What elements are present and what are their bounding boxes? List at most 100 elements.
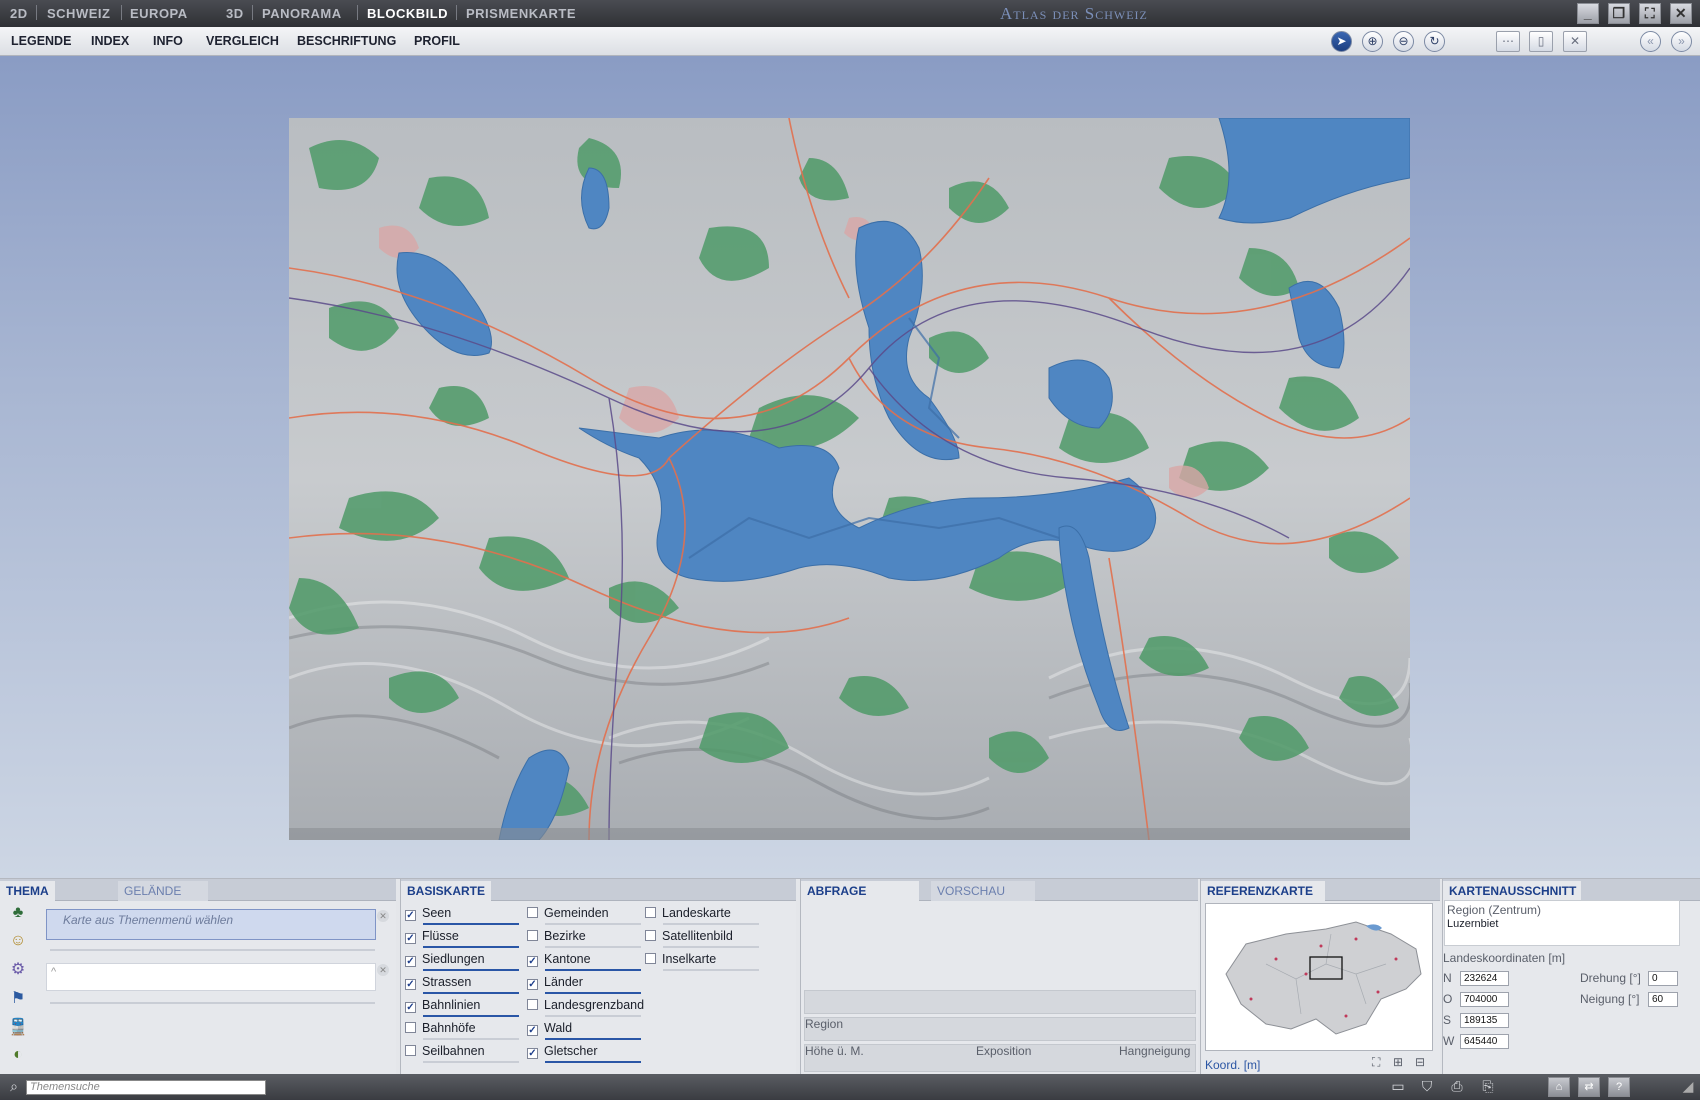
menu-profil[interactable]: PROFIL <box>414 34 460 48</box>
checkbox-icon[interactable] <box>645 930 656 941</box>
opacity-slider[interactable] <box>423 969 519 971</box>
layer-checkbox-row[interactable]: Bezirke <box>527 929 586 943</box>
layer-checkbox-row[interactable]: ✓ Bahnlinien <box>405 998 480 1013</box>
opacity-slider[interactable] <box>545 946 641 948</box>
opacity-slider[interactable] <box>423 923 519 925</box>
layer-checkbox-row[interactable]: Gemeinden <box>527 906 609 920</box>
reference-map[interactable] <box>1205 903 1433 1051</box>
opacity-slider[interactable] <box>423 946 519 948</box>
opacity-slider[interactable] <box>423 992 519 994</box>
restore-icon[interactable]: ❐ <box>1608 3 1630 24</box>
clear-icon[interactable]: ✕ <box>377 910 389 922</box>
mode-schweiz[interactable]: SCHWEIZ <box>47 6 110 21</box>
n-coordinate-input[interactable]: 232624 <box>1460 971 1509 986</box>
opacity-slider[interactable] <box>545 923 641 925</box>
theme-select-field[interactable]: Karte aus Themenmenü wählen <box>46 909 376 940</box>
layer-checkbox-row[interactable]: Bahnhöfe <box>405 1021 476 1035</box>
tab-referenzkarte[interactable]: REFERENZKARTE <box>1201 881 1325 901</box>
globe-icon[interactable]: ◐ <box>6 1043 30 1067</box>
layer-checkbox-row[interactable]: ✓ Wald <box>527 1021 572 1036</box>
checkbox-icon[interactable] <box>527 907 538 918</box>
zoom-extent-icon[interactable]: ⛶ <box>1372 1055 1380 1070</box>
checkbox-icon[interactable] <box>645 953 656 964</box>
checkbox-checked-icon[interactable]: ✓ <box>405 1002 416 1013</box>
checkbox-icon[interactable] <box>645 907 656 918</box>
layer-checkbox-row[interactable]: ✓ Länder <box>527 975 583 990</box>
print-icon[interactable]: ⎙ <box>1446 1077 1468 1097</box>
zoom-in-icon[interactable]: ⊕ <box>1362 31 1383 52</box>
tree-icon[interactable]: ♣ <box>6 901 30 925</box>
fullscreen-icon[interactable]: ⛶ <box>1639 3 1661 24</box>
opacity-slider[interactable] <box>423 1015 519 1017</box>
mode-blockbild[interactable]: BLOCKBILD <box>367 6 448 21</box>
export-icon[interactable]: ⎘ <box>1477 1077 1499 1097</box>
rotate-icon[interactable]: ↻ <box>1424 31 1445 52</box>
opacity-slider[interactable] <box>423 1038 519 1040</box>
home-icon[interactable]: ⌂ <box>1548 1077 1570 1097</box>
menu-vergleich[interactable]: VERGLEICH <box>206 34 279 48</box>
pointer-icon[interactable]: ➤ <box>1331 31 1352 52</box>
block-diagram-map[interactable] <box>289 118 1410 840</box>
neigung-input[interactable]: 60 <box>1648 992 1678 1007</box>
drehung-input[interactable]: 0 <box>1648 971 1678 986</box>
help-icon[interactable]: ? <box>1608 1077 1630 1097</box>
menu-legende[interactable]: LEGENDE <box>11 34 71 48</box>
w-coordinate-input[interactable]: 645440 <box>1460 1034 1509 1049</box>
close-icon[interactable]: ✕ <box>1670 3 1692 24</box>
layer-checkbox-row[interactable]: Landesgrenzband <box>527 998 644 1012</box>
map-viewport[interactable] <box>0 56 1700 878</box>
opacity-slider[interactable] <box>545 1015 641 1017</box>
layer-checkbox-row[interactable]: ✓ Kantone <box>527 952 591 967</box>
layer-checkbox-row[interactable]: Landeskarte <box>645 906 731 920</box>
theme-slider[interactable] <box>50 949 375 951</box>
checkbox-checked-icon[interactable]: ✓ <box>405 956 416 967</box>
forward-icon[interactable]: » <box>1671 31 1692 52</box>
opacity-slider[interactable] <box>663 969 759 971</box>
opacity-slider[interactable] <box>545 1038 641 1040</box>
tab-basiskarte[interactable]: BASISKARTE <box>401 881 492 901</box>
minus-icon[interactable]: ⊟ <box>1415 1055 1425 1069</box>
gear-icon[interactable]: ⚙ <box>6 958 30 982</box>
checkbox-icon[interactable] <box>527 930 538 941</box>
tab-vorschau[interactable]: VORSCHAU <box>931 881 1035 901</box>
checkbox-icon[interactable] <box>405 1022 416 1033</box>
opacity-slider[interactable] <box>545 992 641 994</box>
o-coordinate-input[interactable]: 704000 <box>1460 992 1509 1007</box>
checkbox-checked-icon[interactable]: ✓ <box>527 1048 538 1059</box>
theme-slider[interactable] <box>50 1002 375 1004</box>
opacity-slider[interactable] <box>545 969 641 971</box>
clear-icon[interactable]: ✕ <box>377 964 389 976</box>
mode-prismenkarte[interactable]: PRISMENKARTE <box>466 6 576 21</box>
theme-secondary-field[interactable]: ^ <box>46 963 376 991</box>
tab-thema[interactable]: THEMA <box>0 881 55 901</box>
opacity-slider[interactable] <box>663 946 759 948</box>
layer-checkbox-row[interactable]: ✓ Gletscher <box>527 1044 598 1059</box>
mode-europa[interactable]: EUROPA <box>130 6 188 21</box>
flag-icon[interactable]: ⚑ <box>6 987 30 1011</box>
mode-panorama[interactable]: PANORAMA <box>262 6 342 21</box>
layer-checkbox-row[interactable]: ✓ Siedlungen <box>405 952 485 967</box>
layer-checkbox-row[interactable]: ✓ Strassen <box>405 975 471 990</box>
theme-search-input[interactable]: Themensuche <box>26 1080 266 1095</box>
layer-checkbox-row[interactable]: Satellitenbild <box>645 929 733 943</box>
layer-checkbox-row[interactable]: ✓ Seen <box>405 906 451 921</box>
plus-icon[interactable]: ⊞ <box>1393 1055 1403 1069</box>
checkbox-checked-icon[interactable]: ✓ <box>405 933 416 944</box>
tab-kartenausschnitt[interactable]: KARTENAUSSCHNITT <box>1443 881 1581 901</box>
split-vertical-icon[interactable]: ▯ <box>1529 31 1553 52</box>
opacity-slider[interactable] <box>545 1061 641 1063</box>
people-icon[interactable]: ☺ <box>6 929 30 953</box>
bookmark-icon[interactable]: ⛉ <box>1416 1077 1438 1097</box>
cross-view-icon[interactable]: ✕ <box>1563 31 1587 52</box>
checkbox-checked-icon[interactable]: ✓ <box>527 1025 538 1036</box>
checkbox-checked-icon[interactable]: ✓ <box>527 956 538 967</box>
layer-checkbox-row[interactable]: ✓ Flüsse <box>405 929 459 944</box>
checkbox-checked-icon[interactable]: ✓ <box>405 910 416 921</box>
layer-checkbox-row[interactable]: Seilbahnen <box>405 1044 485 1058</box>
checkbox-icon[interactable] <box>405 1045 416 1056</box>
s-coordinate-input[interactable]: 189135 <box>1460 1013 1509 1028</box>
zoom-out-icon[interactable]: ⊖ <box>1393 31 1414 52</box>
menu-info[interactable]: INFO <box>153 34 183 48</box>
back-icon[interactable]: « <box>1640 31 1661 52</box>
split-horizontal-icon[interactable]: ⋯ <box>1496 31 1520 52</box>
